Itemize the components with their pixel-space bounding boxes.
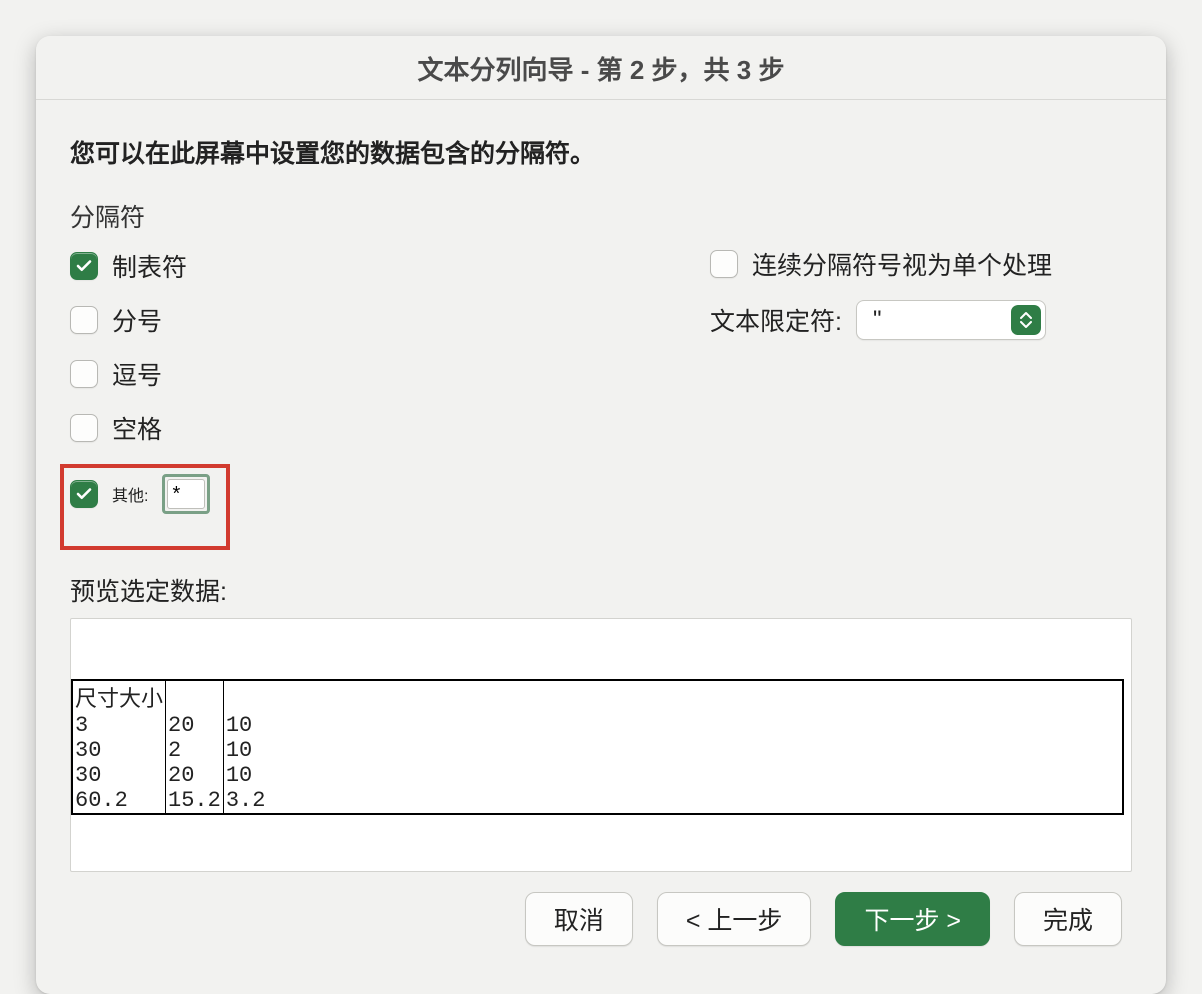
table-row: 32010: [72, 713, 1123, 738]
dialog-content: 您可以在此屏幕中设置您的数据包含的分隔符。 分隔符 制表符 分号: [36, 100, 1166, 994]
table-row: 尺寸大小: [72, 680, 1123, 713]
treat-consecutive-row: 连续分隔符号视为单个处理: [710, 246, 1132, 282]
delimiter-other-label: 其他:: [112, 482, 148, 506]
delimiter-comma-checkbox[interactable]: [70, 360, 98, 388]
delimiter-space-label: 空格: [112, 410, 162, 446]
stepper-arrows-icon: [1011, 305, 1041, 335]
delimiter-other-checkbox[interactable]: [70, 480, 98, 508]
back-button[interactable]: < 上一步: [657, 892, 812, 946]
treat-consecutive-checkbox[interactable]: [710, 250, 738, 278]
delimiter-semicolon-row: 分号: [70, 302, 710, 338]
delimiter-tab-checkbox[interactable]: [70, 252, 98, 280]
text-qualifier-combo[interactable]: ": [856, 300, 1046, 340]
delimiter-semicolon-label: 分号: [112, 302, 162, 338]
text-qualifier-row: 文本限定符: ": [710, 300, 1132, 340]
table-row: 30210: [72, 738, 1123, 763]
table-row: 302010: [72, 763, 1123, 788]
delimiter-tab-label: 制表符: [112, 248, 187, 284]
delimiter-tab-row: 制表符: [70, 248, 710, 284]
text-qualifier-value: ": [873, 306, 882, 334]
delimiters-label: 分隔符: [70, 198, 710, 234]
preview-pane[interactable]: 尺寸大小 32010 30210 302010 60.215.23.2: [70, 618, 1132, 872]
table-row: 60.215.23.2: [72, 788, 1123, 814]
delimiter-other-input[interactable]: [167, 479, 205, 509]
next-button[interactable]: 下一步 >: [835, 892, 990, 946]
delimiter-comma-row: 逗号: [70, 356, 710, 392]
finish-button[interactable]: 完成: [1014, 892, 1122, 946]
treat-consecutive-label: 连续分隔符号视为单个处理: [752, 246, 1052, 282]
cancel-button[interactable]: 取消: [525, 892, 633, 946]
delimiter-semicolon-checkbox[interactable]: [70, 306, 98, 334]
dialog-title: 文本分列向导 - 第 2 步，共 3 步: [36, 36, 1166, 100]
instruction-text: 您可以在此屏幕中设置您的数据包含的分隔符。: [70, 134, 1132, 170]
delimiter-other-highlight: 其他:: [60, 464, 230, 550]
delimiter-space-row: 空格: [70, 410, 710, 446]
text-to-columns-dialog: 文本分列向导 - 第 2 步，共 3 步 您可以在此屏幕中设置您的数据包含的分隔…: [36, 36, 1166, 994]
delimiter-comma-label: 逗号: [112, 356, 162, 392]
preview-label: 预览选定数据:: [70, 572, 1132, 608]
delimiter-space-checkbox[interactable]: [70, 414, 98, 442]
button-bar: 取消 < 上一步 下一步 > 完成: [70, 872, 1132, 970]
preview-table: 尺寸大小 32010 30210 302010 60.215.23.2: [71, 679, 1124, 815]
text-qualifier-label: 文本限定符:: [710, 302, 842, 338]
delimiter-other-input-frame: [162, 474, 210, 514]
